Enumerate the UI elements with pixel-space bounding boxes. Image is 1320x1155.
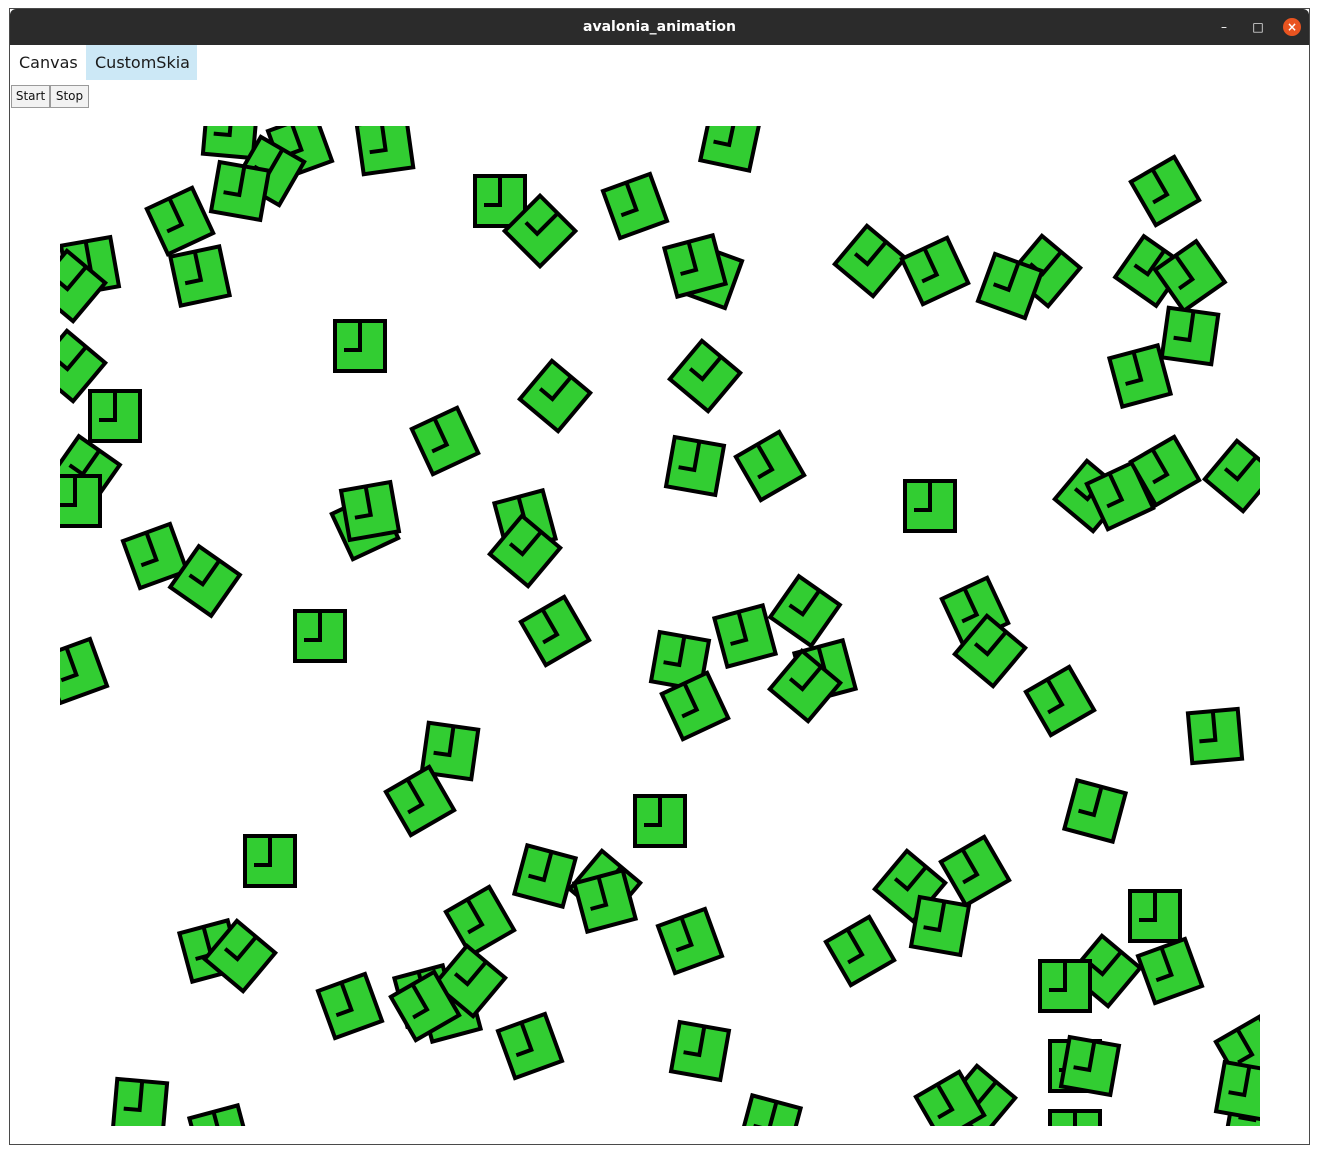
animated-square: [903, 479, 957, 533]
stop-button[interactable]: Stop: [50, 85, 89, 108]
animated-square: [899, 235, 971, 307]
animated-square: [186, 1102, 254, 1126]
animated-square: [697, 126, 763, 174]
animated-square: [144, 185, 216, 257]
animated-square: [167, 243, 233, 309]
animated-square: [938, 834, 1012, 908]
animated-square: [1135, 936, 1205, 1006]
animated-square: [1213, 1059, 1260, 1123]
animated-square: [1038, 959, 1092, 1013]
animated-square: [1106, 342, 1174, 410]
animated-square: [767, 573, 843, 649]
app-window: avalonia_animation – □ × Canvas CustomSk…: [9, 8, 1310, 1145]
animated-square: [1058, 1034, 1122, 1098]
animated-square: [655, 906, 725, 976]
tab-canvas[interactable]: Canvas: [10, 45, 86, 80]
animated-square: [60, 474, 102, 528]
animated-square: [88, 389, 142, 443]
animated-square: [293, 609, 347, 663]
animated-square: [663, 434, 727, 498]
animated-square: [1201, 437, 1260, 515]
animated-square: [333, 319, 387, 373]
animated-square: [511, 842, 579, 910]
animated-square: [600, 171, 670, 241]
animated-square: [1023, 664, 1097, 738]
animated-square: [315, 971, 385, 1041]
minimize-icon[interactable]: –: [1215, 18, 1233, 36]
animated-square: [60, 636, 110, 706]
close-icon[interactable]: ×: [1283, 18, 1301, 36]
animated-square: [1048, 1109, 1102, 1126]
animated-square: [571, 867, 639, 935]
animated-square: [354, 126, 416, 177]
maximize-icon[interactable]: □: [1249, 18, 1267, 36]
animation-surface: [60, 126, 1260, 1126]
tab-strip: Canvas CustomSkia: [10, 45, 1309, 81]
animated-square: [1061, 777, 1129, 845]
animated-square: [633, 794, 687, 848]
animated-square: [733, 429, 807, 503]
animated-square: [110, 1076, 170, 1126]
animated-square: [208, 159, 272, 223]
animated-square: [908, 894, 972, 958]
animation-canvas: [60, 126, 1260, 1126]
title-bar[interactable]: avalonia_animation – □ ×: [10, 9, 1309, 45]
animated-square: [1185, 706, 1245, 766]
animated-square: [243, 834, 297, 888]
animated-square: [831, 222, 909, 300]
animated-square: [668, 1019, 732, 1083]
animated-square: [200, 126, 260, 161]
tab-customskia[interactable]: CustomSkia: [86, 45, 197, 80]
animated-square: [666, 337, 744, 415]
window-title: avalonia_animation: [583, 19, 736, 35]
animated-square: [1128, 889, 1182, 943]
animated-square: [338, 479, 402, 543]
animated-square: [495, 1011, 565, 1081]
animated-square: [518, 594, 592, 668]
animated-square: [711, 602, 779, 670]
animated-square: [736, 1092, 804, 1126]
animated-square: [409, 405, 481, 477]
animated-square: [661, 232, 729, 300]
start-button[interactable]: Start: [11, 85, 50, 108]
animated-square: [443, 884, 517, 958]
animated-square: [823, 914, 897, 988]
animated-square: [1159, 305, 1221, 367]
animated-square: [516, 357, 594, 435]
animated-square: [1128, 154, 1202, 228]
